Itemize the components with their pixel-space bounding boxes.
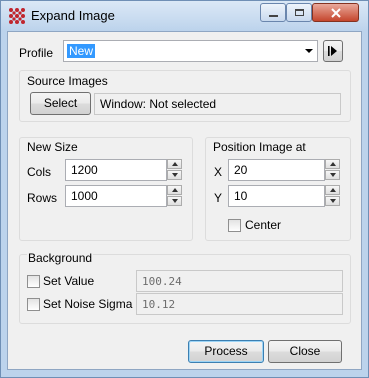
spin-down-icon[interactable]: [325, 196, 340, 206]
rows-input[interactable]: 1000: [65, 185, 167, 207]
set-noise-sigma-label[interactable]: Set Noise Sigma: [43, 297, 132, 311]
x-input[interactable]: 20: [228, 159, 325, 181]
x-label: X: [214, 165, 223, 179]
profile-combo[interactable]: New: [63, 40, 318, 62]
select-button[interactable]: Select: [30, 92, 91, 115]
y-input[interactable]: 10: [228, 185, 325, 207]
set-value-checkbox[interactable]: [27, 275, 40, 288]
close-window-button[interactable]: [312, 3, 359, 22]
set-value-label[interactable]: Set Value: [43, 274, 94, 288]
window-status-field: Window: Not selected: [94, 93, 341, 115]
rows-spinner[interactable]: [167, 185, 182, 207]
spin-up-icon[interactable]: [325, 159, 340, 169]
new-size-title: New Size: [27, 140, 78, 154]
window-title: Expand Image: [31, 8, 115, 23]
cols-label: Cols: [27, 165, 52, 179]
maximize-button[interactable]: [286, 3, 312, 22]
expand-image-window: Expand Image Profile New Source Images S…: [0, 0, 369, 378]
center-checkbox[interactable]: [228, 219, 241, 232]
background-title: Background: [27, 251, 94, 265]
set-noise-sigma-checkbox[interactable]: [27, 298, 40, 311]
cols-spinner[interactable]: [167, 159, 182, 181]
spin-up-icon[interactable]: [167, 159, 182, 169]
spin-down-icon[interactable]: [325, 170, 340, 180]
spin-down-icon[interactable]: [167, 170, 182, 180]
chevron-down-icon: [305, 49, 313, 53]
minimize-button[interactable]: [260, 3, 286, 22]
noise-sigma-input: 10.12: [136, 293, 343, 315]
source-images-title: Source Images: [27, 74, 108, 88]
app-logo-icon: [9, 8, 25, 24]
profile-value: New: [67, 44, 96, 58]
spin-up-icon[interactable]: [167, 185, 182, 195]
position-title: Position Image at: [213, 140, 306, 154]
spin-up-icon[interactable]: [325, 185, 340, 195]
minimize-icon: [268, 14, 278, 17]
x-spinner[interactable]: [325, 159, 340, 181]
play-icon: [328, 46, 337, 56]
title-bar[interactable]: Expand Image: [1, 1, 368, 31]
y-spinner[interactable]: [325, 185, 340, 207]
cols-input[interactable]: 1200: [65, 159, 167, 181]
process-button[interactable]: Process: [188, 340, 264, 363]
profile-label: Profile: [19, 46, 54, 60]
spin-down-icon[interactable]: [167, 196, 182, 206]
rows-label: Rows: [27, 191, 58, 205]
maximize-icon: [294, 9, 304, 16]
profile-next-button[interactable]: [323, 40, 343, 62]
set-value-input: 100.24: [136, 270, 343, 292]
close-button[interactable]: Close: [268, 340, 342, 363]
close-icon: [330, 7, 341, 18]
center-label[interactable]: Center: [245, 218, 281, 232]
dialog-body: Profile New Source Images Select Window:…: [7, 31, 362, 370]
y-label: Y: [214, 191, 223, 205]
